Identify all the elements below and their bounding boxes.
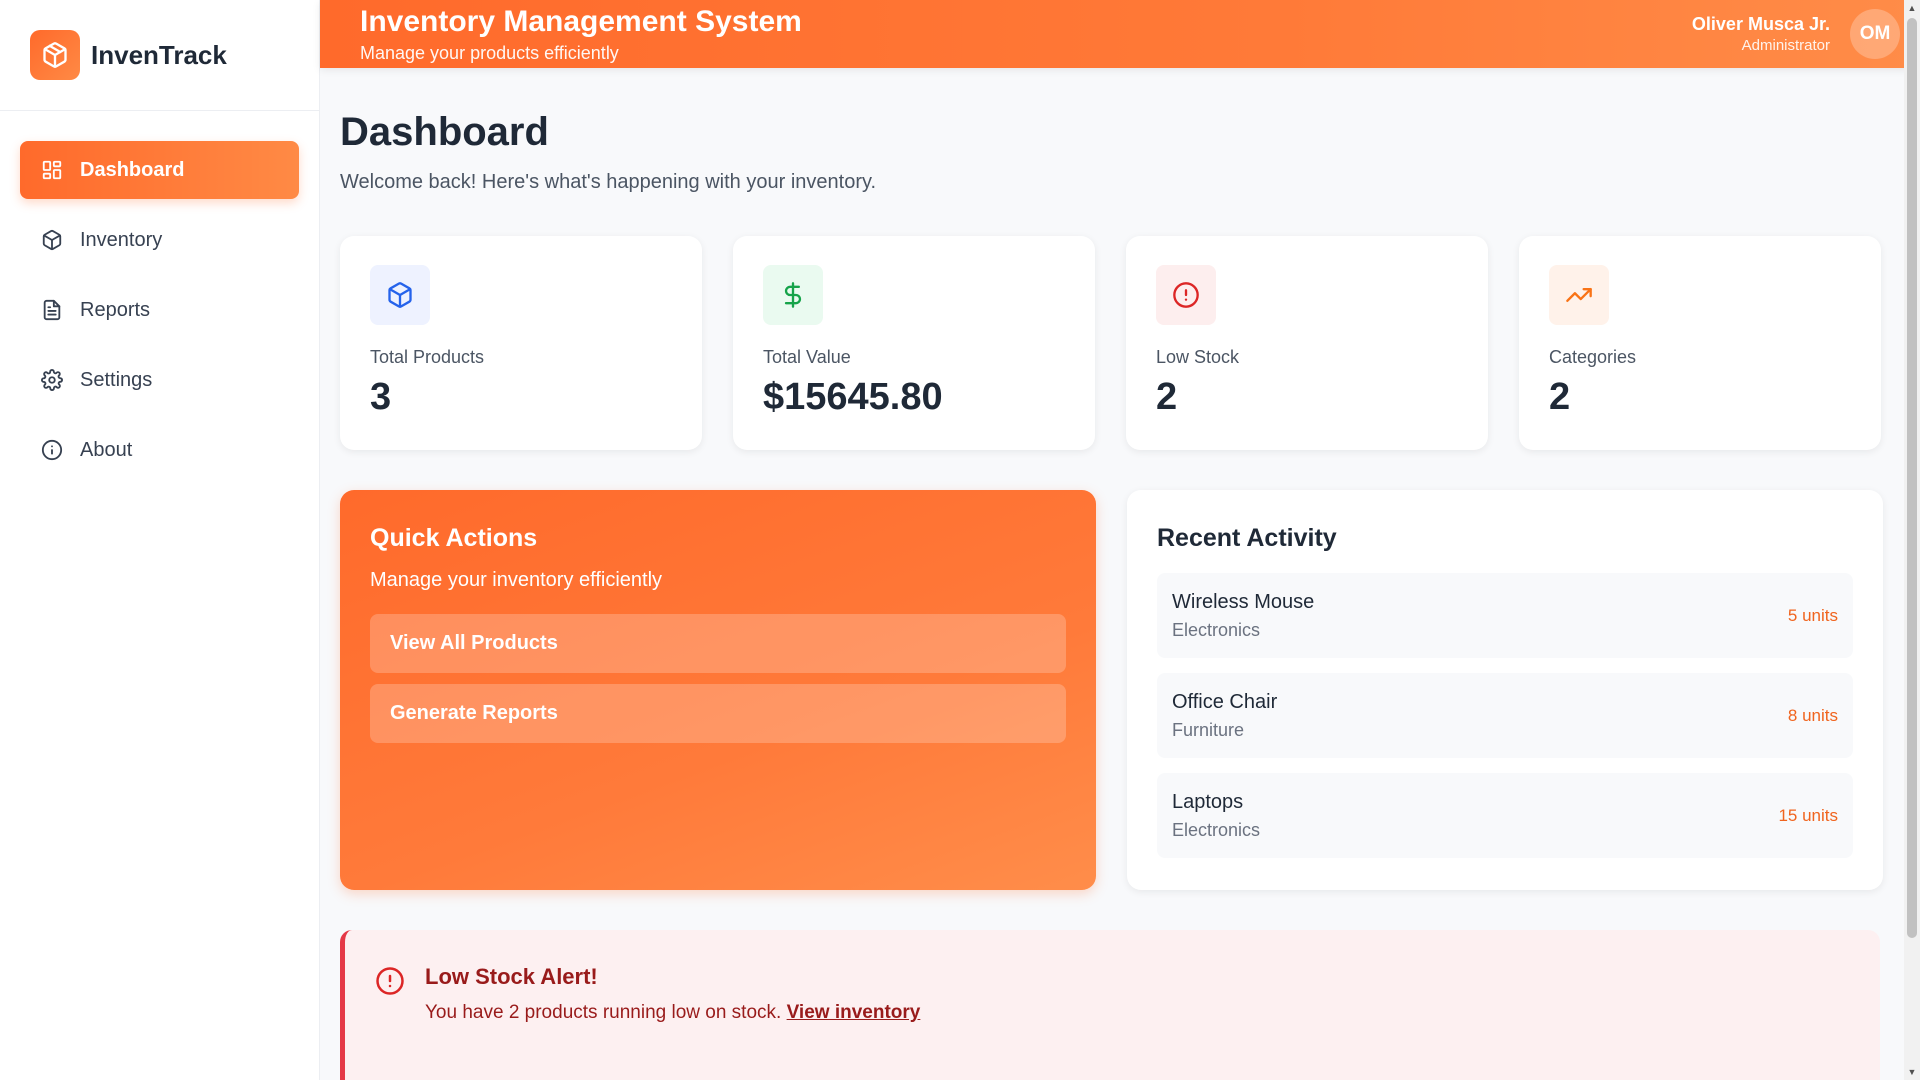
user-menu[interactable]: Oliver Musca Jr. Administrator OM — [1692, 9, 1900, 59]
list-item[interactable]: Wireless Mouse Electronics 5 units — [1157, 573, 1853, 658]
dollar-icon — [763, 265, 823, 325]
box-icon — [370, 265, 430, 325]
sidebar-item-label: Inventory — [80, 228, 163, 251]
view-all-products-button[interactable]: View All Products — [370, 614, 1066, 673]
cube-logo-icon — [30, 30, 80, 80]
header: Inventory Management System Manage your … — [320, 0, 1920, 68]
sidebar-item-label: Dashboard — [80, 158, 185, 181]
file-icon — [40, 298, 64, 322]
scrollbar-thumb[interactable] — [1907, 18, 1917, 938]
unit-count: 5 units — [1787, 605, 1838, 625]
stat-card-total-value: Total Value $15645.80 — [733, 236, 1095, 450]
dashboard-icon — [40, 158, 64, 182]
recent-activity-card: Recent Activity Wireless Mouse Electroni… — [1127, 490, 1883, 890]
stat-value: $15645.80 — [763, 376, 943, 418]
brand[interactable]: InvenTrack — [0, 0, 319, 111]
scroll-up-arrow-icon[interactable]: ▲ — [1904, 0, 1920, 16]
product-name: Laptops — [1172, 790, 1244, 813]
activity-info: Wireless Mouse Electronics — [1172, 591, 1314, 641]
alert-message: You have 2 products running low on stock… — [425, 1002, 920, 1024]
trending-up-icon — [1549, 265, 1609, 325]
list-item[interactable]: Laptops Electronics 15 units — [1157, 773, 1853, 858]
app-root: InvenTrack Dashboard Inventory Reports S… — [0, 0, 1920, 1080]
product-category: Electronics — [1172, 619, 1261, 640]
gear-icon — [40, 368, 64, 392]
sidebar-item-label: About — [80, 438, 133, 461]
stat-label: Total Products — [370, 347, 485, 367]
app-subtitle: Manage your products efficiently — [360, 42, 619, 63]
stat-value: 2 — [1549, 376, 1571, 418]
page-title: Dashboard — [340, 110, 549, 154]
stat-card-categories: Categories 2 — [1519, 236, 1881, 450]
quick-actions-subtitle: Manage your inventory efficiently — [370, 569, 663, 591]
stat-card-total-products: Total Products 3 — [340, 236, 702, 450]
avatar[interactable]: OM — [1850, 9, 1900, 59]
page-subtitle: Welcome back! Here's what's happening wi… — [340, 171, 877, 193]
sidebar: InvenTrack Dashboard Inventory Reports S… — [0, 0, 320, 1080]
stat-card-low-stock: Low Stock 2 — [1126, 236, 1488, 450]
sidebar-nav: Dashboard Inventory Reports Settings Abo… — [0, 111, 319, 479]
stat-label: Low Stock — [1156, 347, 1240, 367]
header-titles: Inventory Management System Manage your … — [360, 5, 802, 64]
sidebar-item-reports[interactable]: Reports — [20, 281, 299, 339]
box-icon — [40, 228, 64, 252]
user-name: Oliver Musca Jr. — [1691, 14, 1830, 34]
dashboard-content: Dashboard Welcome back! Here's what's ha… — [320, 68, 1920, 1080]
product-name: Wireless Mouse — [1172, 590, 1315, 613]
user-role: Administrator — [1741, 37, 1830, 54]
recent-activity-title: Recent Activity — [1157, 524, 1337, 552]
brand-name: InvenTrack — [91, 39, 227, 70]
unit-count: 15 units — [1778, 805, 1838, 825]
scroll-down-arrow-icon[interactable]: ▼ — [1904, 1064, 1920, 1080]
unit-count: 8 units — [1787, 705, 1838, 725]
product-name: Office Chair — [1172, 690, 1278, 713]
stat-value: 3 — [370, 376, 392, 418]
activity-info: Laptops Electronics — [1172, 791, 1260, 841]
alert-circle-icon — [375, 966, 405, 996]
quick-actions-title: Quick Actions — [370, 524, 538, 552]
stats-row: Total Products 3 Total Value $15645.80 L… — [340, 236, 1900, 450]
stat-value: 2 — [1156, 376, 1178, 418]
sidebar-item-label: Reports — [80, 298, 151, 321]
info-icon — [40, 438, 64, 462]
sidebar-item-dashboard[interactable]: Dashboard — [20, 141, 299, 199]
stat-label: Total Value — [763, 347, 851, 367]
alert-body: Low Stock Alert! You have 2 products run… — [425, 964, 920, 1046]
stat-label: Categories — [1549, 347, 1637, 367]
app-title: Inventory Management System — [360, 4, 802, 38]
panels-row: Quick Actions Manage your inventory effi… — [340, 490, 1900, 890]
list-item[interactable]: Office Chair Furniture 8 units — [1157, 673, 1853, 758]
activity-info: Office Chair Furniture — [1172, 691, 1277, 741]
alert-title: Low Stock Alert! — [425, 964, 598, 989]
sidebar-item-label: Settings — [80, 368, 153, 391]
product-category: Electronics — [1172, 819, 1261, 840]
generate-reports-button[interactable]: Generate Reports — [370, 684, 1066, 743]
quick-actions-card: Quick Actions Manage your inventory effi… — [340, 490, 1096, 890]
alert-text: You have 2 products running low on stock… — [425, 1002, 787, 1023]
sidebar-item-inventory[interactable]: Inventory — [20, 211, 299, 269]
low-stock-alert: Low Stock Alert! You have 2 products run… — [340, 930, 1880, 1080]
sidebar-item-about[interactable]: About — [20, 421, 299, 479]
alert-circle-icon — [1156, 265, 1216, 325]
view-inventory-link[interactable]: View inventory — [787, 1002, 921, 1023]
user-info: Oliver Musca Jr. Administrator — [1692, 14, 1830, 54]
product-category: Furniture — [1172, 719, 1245, 740]
sidebar-item-settings[interactable]: Settings — [20, 351, 299, 409]
scrollbar[interactable]: ▲ ▼ — [1904, 0, 1920, 1080]
main-area: Inventory Management System Manage your … — [320, 0, 1920, 1080]
